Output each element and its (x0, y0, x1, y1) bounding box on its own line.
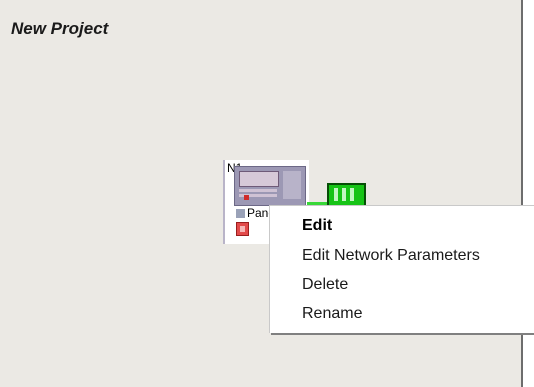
module-bar (342, 188, 346, 201)
alarm-device-icon (236, 222, 249, 236)
module-bar (334, 188, 338, 201)
fire-panel-icon (234, 166, 306, 206)
panel-row (239, 189, 277, 192)
node-status-square (236, 209, 245, 218)
menu-item-rename[interactable]: Rename (302, 300, 534, 328)
panel-indicator (244, 195, 249, 200)
menu-item-edit[interactable]: Edit (302, 212, 534, 240)
project-title: New Project (11, 19, 109, 38)
context-menu: Edit Edit Network Parameters Delete Rena… (269, 205, 534, 333)
menu-item-edit-network-parameters[interactable]: Edit Network Parameters (302, 242, 534, 270)
module-bar (350, 188, 354, 201)
panel-side (283, 171, 301, 199)
panel-screen (239, 171, 279, 187)
menu-item-delete[interactable]: Delete (302, 271, 534, 299)
